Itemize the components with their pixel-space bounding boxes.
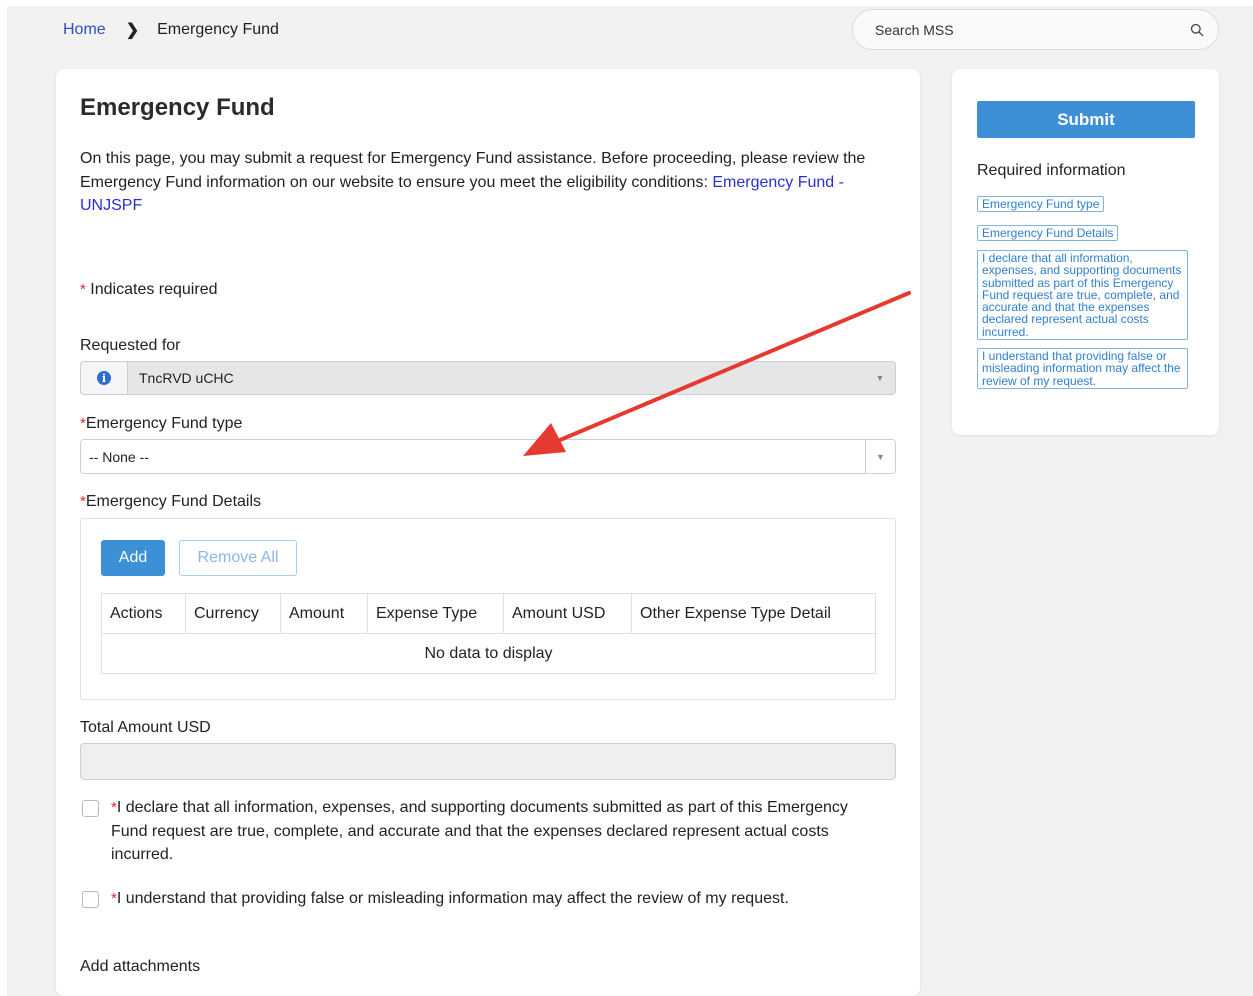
info-button[interactable]: i [81,362,128,394]
required-item-understand[interactable]: I understand that providing false or mis… [977,348,1188,389]
search-placeholder: Search MSS [875,21,954,38]
submit-button[interactable]: Submit [977,101,1195,138]
breadcrumb-home-link[interactable]: Home [63,21,106,39]
required-info-title: Required information [977,162,1126,179]
search-input[interactable]: Search MSS [852,9,1219,50]
understand-text: I understand that providing false or mis… [116,890,789,907]
declare-row: *I declare that all information, expense… [82,796,882,867]
intro-text: On this page, you may submit a request f… [80,147,890,218]
requested-for-select[interactable]: i TncRVD uCHC ▼ [80,361,896,395]
column-header[interactable]: Other Expense Type Detail [631,593,876,634]
fund-type-label-text: Emergency Fund type [85,415,243,432]
details-panel: Add Remove All Actions Currency Amount E… [80,518,896,700]
required-item-fund-type[interactable]: Emergency Fund type [977,196,1105,213]
column-header[interactable]: Amount [280,593,368,634]
understand-label[interactable]: *I understand that providing false or mi… [111,887,789,911]
column-header[interactable]: Expense Type [367,593,504,634]
required-item-fund-details[interactable]: Emergency Fund Details [977,225,1119,242]
breadcrumb-separator-icon: ❯ [125,22,140,39]
required-item-declare[interactable]: I declare that all information, expenses… [977,250,1188,341]
fund-type-value: -- None -- [89,448,149,465]
chevron-down-icon[interactable]: ▼ [865,440,895,473]
details-table: Actions Currency Amount Expense Type Amo… [101,593,876,674]
requested-for-label: Requested for [80,337,181,354]
total-amount-field [80,743,896,780]
declare-text: I declare that all information, expenses… [111,799,848,863]
details-label-text: Emergency Fund Details [85,493,262,510]
add-button[interactable]: Add [101,540,165,576]
submit-panel: Submit Required information Emergency Fu… [952,69,1219,435]
required-note: * Indicates required [80,281,217,299]
search-icon[interactable] [1190,23,1204,37]
empty-message: No data to display [101,633,876,674]
remove-all-button[interactable]: Remove All [179,540,297,576]
understand-row: *I understand that providing false or mi… [82,887,882,911]
declare-checkbox[interactable] [82,800,99,817]
column-header[interactable]: Currency [185,593,281,634]
declare-label[interactable]: *I declare that all information, expense… [111,796,882,867]
required-star: * [80,281,86,298]
breadcrumb-current: Emergency Fund [157,21,279,38]
total-amount-label: Total Amount USD [80,719,211,736]
details-label: *Emergency Fund Details [80,493,261,511]
fund-type-label: *Emergency Fund type [80,415,242,433]
attachments-label: Add attachments [80,958,201,975]
table-row: No data to display [101,633,876,674]
breadcrumb: Home ❯ Emergency Fund [63,20,279,40]
chevron-down-icon: ▼ [875,373,885,383]
understand-checkbox[interactable] [82,891,99,908]
required-note-text: Indicates required [90,281,218,298]
page-title: Emergency Fund [80,94,275,121]
fund-type-select[interactable]: -- None -- ▼ [80,439,896,474]
info-icon: i [97,371,111,385]
column-header[interactable]: Actions [101,593,186,634]
table-header-row: Actions Currency Amount Expense Type Amo… [101,593,876,634]
column-header[interactable]: Amount USD [503,593,632,634]
form-card: Emergency Fund On this page, you may sub… [56,69,920,996]
requested-for-value: TncRVD uCHC [139,370,234,386]
